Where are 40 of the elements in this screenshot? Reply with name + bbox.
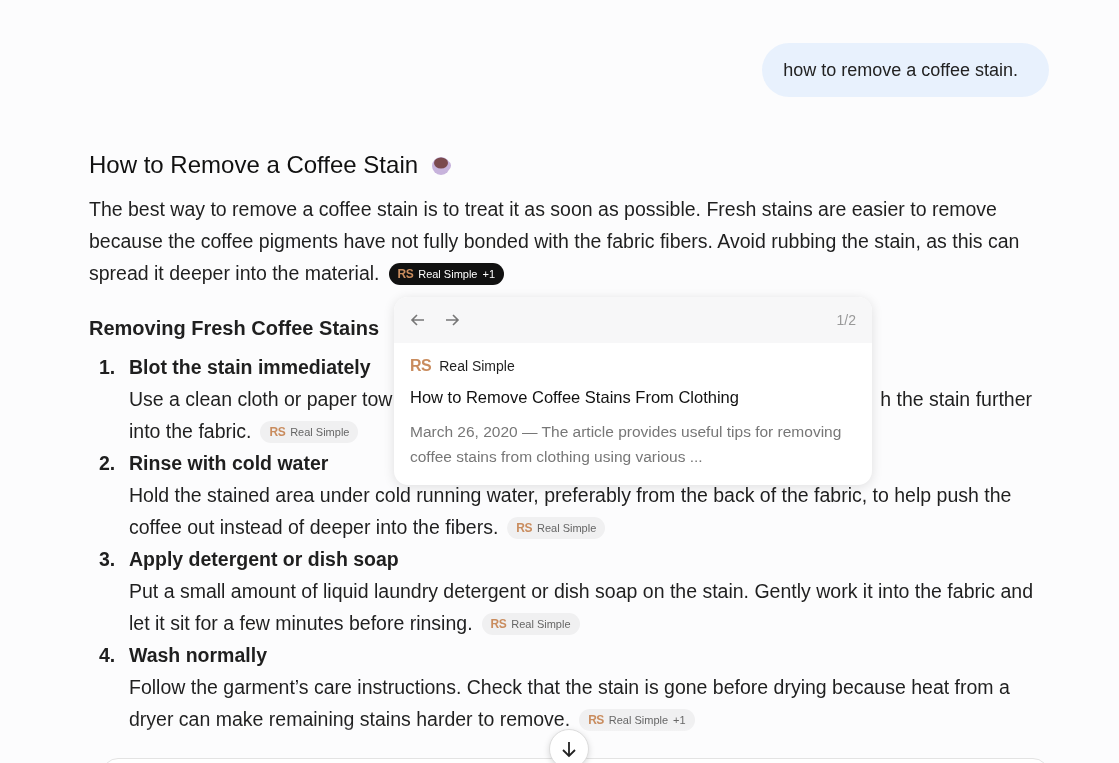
source-name: Real Simple [439, 358, 515, 374]
source-logo: RS [490, 616, 507, 633]
section-heading: Removing Fresh Coffee Stains [89, 316, 380, 341]
citation-chip[interactable]: RS Real Simple [260, 421, 359, 443]
page-counter: 1/2 [836, 312, 856, 328]
article-title[interactable]: How to Remove Coffee Stains From Clothing [410, 388, 856, 407]
source-name: Real Simple [290, 425, 350, 440]
step-text: Put a small amount of liquid laundry detergent or dish soap on the stain. Gently work it into the fabric and let it sit for a few minutes before rinsing. RS Real Simple [129, 579, 1034, 637]
step-title: Wash normally [129, 643, 267, 668]
step-title: Apply detergent or dish soap [129, 547, 399, 572]
step-number: 4. [99, 643, 117, 668]
user-message: how to remove a coffee stain. [762, 43, 1049, 97]
scroll-down-button[interactable] [549, 729, 589, 763]
source-name: Real Simple [511, 617, 571, 632]
step-title: Blot the stain immediately [129, 355, 371, 380]
source-name: Real Simple [608, 713, 669, 728]
source-logo: RS [588, 712, 604, 729]
intro-paragraph: The best way to remove a coffee stain is to treat it as soon as possible. Fresh stains are easier to remove because the coffee pigments have not fully bonded with the fabric fibers. Avoid rubbing the stain, as this can spread it deeper into the material. RS Real Simple +1 [89, 197, 1021, 287]
step-text: Use a clean cloth or paper tow [129, 387, 393, 412]
citation-chip[interactable]: RS Real Simple +1 [579, 709, 695, 731]
source-count: +1 [482, 267, 496, 282]
article-snippet: March 26, 2020 — The article provides useful tips for removing coffee stains from clothing using various ... [410, 422, 843, 467]
arrow-down-icon [559, 739, 579, 759]
step-text: Follow the garment’s care instructions. Check that the stain is gone before drying because heat from a dryer can make remaining stains harder to remove. RS Real Simple +1 [129, 675, 1011, 733]
step-number: 2. [99, 451, 117, 476]
step-number: 1. [99, 355, 117, 380]
source-logo: RS [410, 357, 432, 375]
step-text: h the stain further [880, 387, 1032, 412]
source-name: Real Simple [418, 267, 478, 282]
answer-title: How to Remove a Coffee Stain [89, 150, 419, 180]
source-count: +1 [673, 713, 686, 728]
citation-chip[interactable]: RS Real Simple [481, 613, 580, 635]
source-name: Real Simple [537, 521, 597, 536]
citation-chip[interactable]: RS Real Simple +1 [388, 263, 505, 285]
step-title: Rinse with cold water [129, 451, 329, 476]
source-logo: RS [516, 520, 532, 537]
citation-chip[interactable]: RS Real Simple [507, 517, 606, 539]
source-logo: RS [269, 424, 286, 441]
step-number: 3. [99, 547, 117, 572]
source-logo: RS [397, 266, 414, 283]
